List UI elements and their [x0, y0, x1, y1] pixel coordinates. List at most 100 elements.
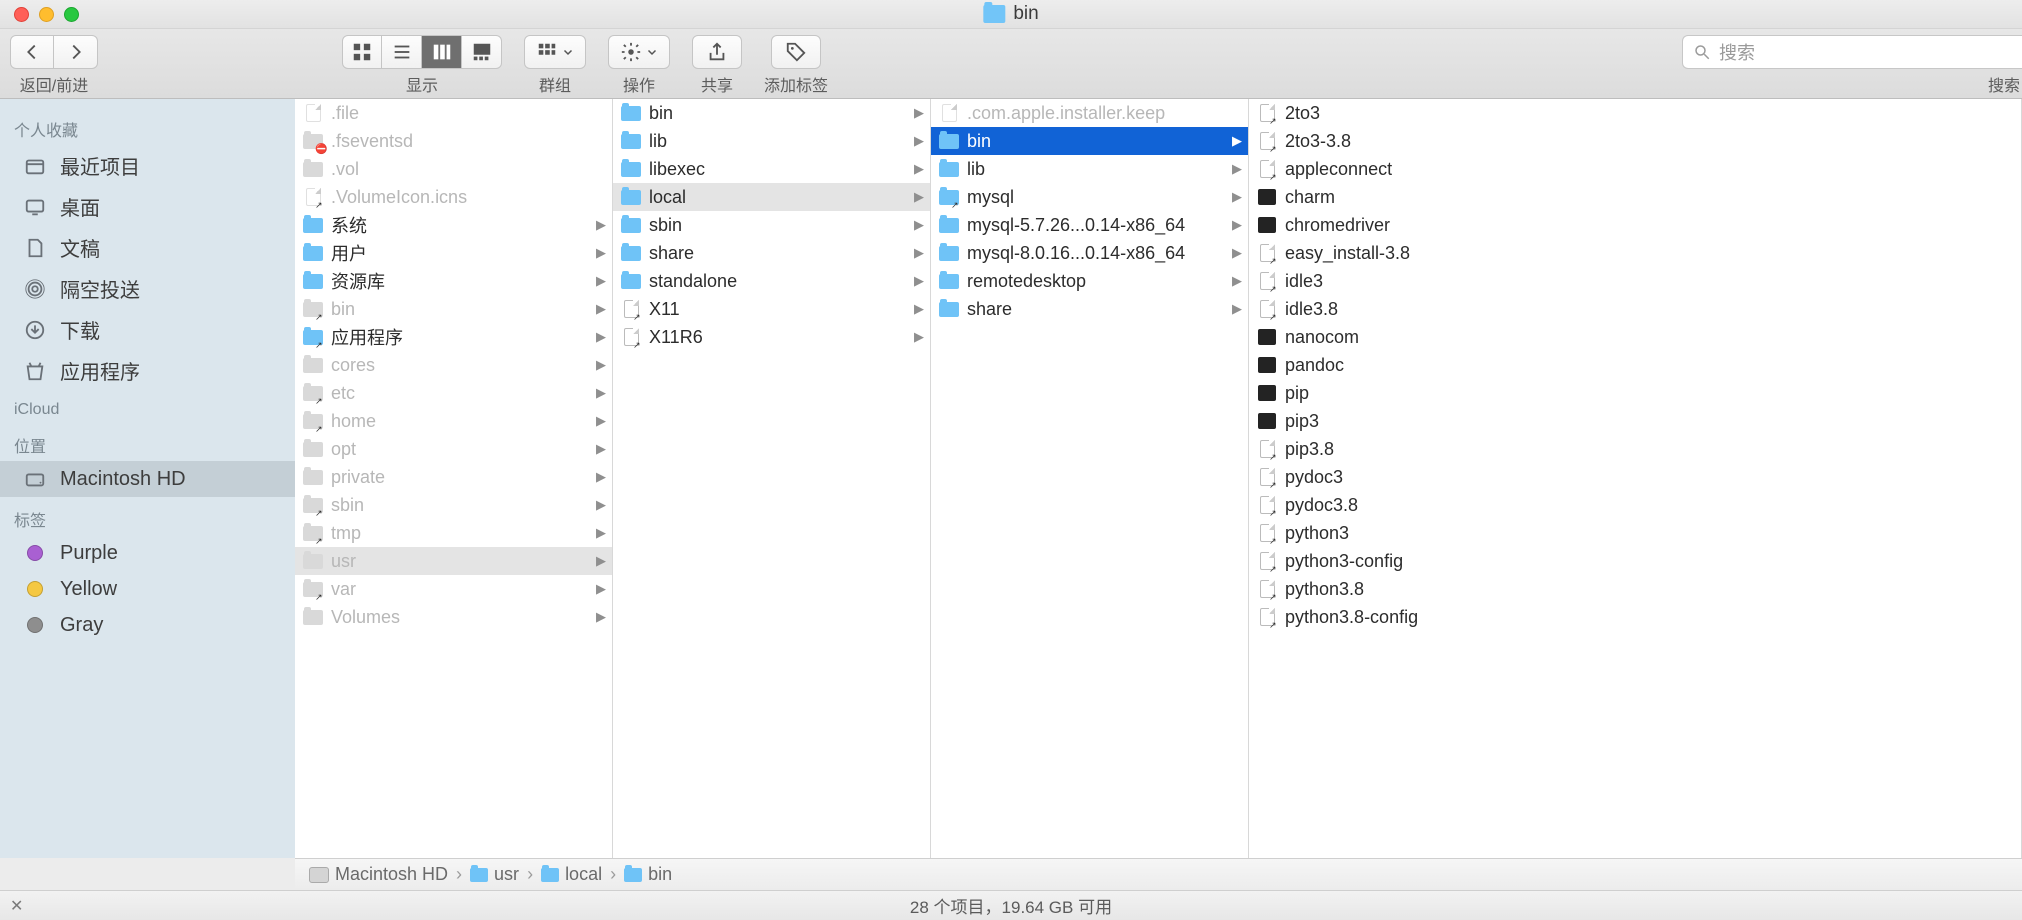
group-button[interactable]: [524, 35, 586, 69]
alias-badge-icon: ↗: [1269, 144, 1277, 155]
sidebar-item[interactable]: Purple: [0, 535, 295, 571]
breadcrumb-item[interactable]: usr: [470, 864, 519, 885]
file-row[interactable]: private▶: [295, 463, 612, 491]
file-row[interactable]: ↗mysql▶: [931, 183, 1248, 211]
file-row[interactable]: ↗python3.8: [1249, 575, 2021, 603]
alias-badge-icon: ↗: [315, 200, 323, 211]
minimize-window-button[interactable]: [39, 7, 54, 22]
file-row[interactable]: libexec▶: [613, 155, 930, 183]
sidebar-item[interactable]: 桌面: [0, 186, 295, 227]
file-row[interactable]: ↗X11▶: [613, 295, 930, 323]
file-name: 用户: [331, 240, 367, 266]
sidebar-item[interactable]: Yellow: [0, 571, 295, 607]
search-input[interactable]: 搜索: [1682, 35, 2022, 69]
list-view-button[interactable]: [382, 35, 422, 69]
file-row[interactable]: bin▶: [931, 127, 1248, 155]
file-row[interactable]: charm: [1249, 183, 2021, 211]
file-row[interactable]: chromedriver: [1249, 211, 2021, 239]
file-row[interactable]: ↗pydoc3.8: [1249, 491, 2021, 519]
file-row[interactable]: ↗pydoc3: [1249, 463, 2021, 491]
file-row[interactable]: share▶: [931, 295, 1248, 323]
file-row[interactable]: sbin▶: [613, 211, 930, 239]
column-view-button[interactable]: [422, 35, 462, 69]
file-name: .com.apple.installer.keep: [967, 103, 1165, 124]
breadcrumb-item[interactable]: bin: [624, 864, 672, 885]
file-row[interactable]: ↗tmp▶: [295, 519, 612, 547]
action-button[interactable]: [608, 35, 670, 69]
file-row[interactable]: 资源库▶: [295, 267, 612, 295]
file-row[interactable]: .com.apple.installer.keep: [931, 99, 1248, 127]
gallery-view-button[interactable]: [462, 35, 502, 69]
file-row[interactable]: ↗python3: [1249, 519, 2021, 547]
tag-icon: [785, 41, 807, 63]
file-row[interactable]: pandoc: [1249, 351, 2021, 379]
file-row[interactable]: 用户▶: [295, 239, 612, 267]
file-row[interactable]: share▶: [613, 239, 930, 267]
file-row[interactable]: ↗idle3: [1249, 267, 2021, 295]
file-row[interactable]: nanocom: [1249, 323, 2021, 351]
file-row[interactable]: ↗var▶: [295, 575, 612, 603]
folder-icon: [303, 356, 323, 374]
forward-button[interactable]: [54, 35, 98, 69]
file-row[interactable]: local▶: [613, 183, 930, 211]
file-row[interactable]: mysql-5.7.26...0.14-x86_64▶: [931, 211, 1248, 239]
file-row[interactable]: bin▶: [613, 99, 930, 127]
sidebar-item[interactable]: 文稿: [0, 227, 295, 268]
file-row[interactable]: remotedesktop▶: [931, 267, 1248, 295]
close-window-button[interactable]: [14, 7, 29, 22]
sidebar-item[interactable]: Gray: [0, 607, 295, 643]
file-name: usr: [331, 551, 356, 572]
sidebar-item[interactable]: Macintosh HD: [0, 461, 295, 497]
file-row[interactable]: ↗bin▶: [295, 295, 612, 323]
file-row[interactable]: mysql-8.0.16...0.14-x86_64▶: [931, 239, 1248, 267]
file-row[interactable]: ↗X11R6▶: [613, 323, 930, 351]
file-row[interactable]: ↗python3-config: [1249, 547, 2021, 575]
file-row[interactable]: ↗pip3.8: [1249, 435, 2021, 463]
breadcrumb-item[interactable]: Macintosh HD: [309, 864, 448, 885]
file-row[interactable]: Volumes▶: [295, 603, 612, 631]
tag-icon: [22, 541, 48, 565]
file-row[interactable]: standalone▶: [613, 267, 930, 295]
file-row[interactable]: ↗etc▶: [295, 379, 612, 407]
chevron-right-icon: ▶: [596, 413, 606, 429]
file-row[interactable]: opt▶: [295, 435, 612, 463]
sidebar-item[interactable]: 下载: [0, 309, 295, 350]
breadcrumb-item[interactable]: local: [541, 864, 602, 885]
chevron-right-icon: ▶: [914, 189, 924, 205]
file-row[interactable]: .file: [295, 99, 612, 127]
file-row[interactable]: ↗sbin▶: [295, 491, 612, 519]
file-name: pip: [1285, 383, 1309, 404]
share-button[interactable]: [692, 35, 742, 69]
file-row[interactable]: lib▶: [931, 155, 1248, 183]
back-button[interactable]: [10, 35, 54, 69]
icon-view-button[interactable]: [342, 35, 382, 69]
sidebar-item[interactable]: 隔空投送: [0, 268, 295, 309]
zoom-window-button[interactable]: [64, 7, 79, 22]
sidebar-item[interactable]: 应用程序: [0, 350, 295, 391]
file-row[interactable]: 系统▶: [295, 211, 612, 239]
file-row[interactable]: ↗idle3.8: [1249, 295, 2021, 323]
file-row[interactable]: ↗python3.8-config: [1249, 603, 2021, 631]
file-row[interactable]: pip: [1249, 379, 2021, 407]
desktop-icon: [22, 195, 48, 219]
alias-badge-icon: ↗: [1269, 480, 1277, 491]
file-row[interactable]: pip3: [1249, 407, 2021, 435]
file-row[interactable]: lib▶: [613, 127, 930, 155]
tags-button[interactable]: [771, 35, 821, 69]
file-row[interactable]: ↗2to3: [1249, 99, 2021, 127]
file-row[interactable]: ↗ 2to3-3.8: [1249, 127, 2021, 155]
resize-icon[interactable]: ✕: [10, 896, 23, 916]
file-row[interactable]: ↗easy_install-3.8: [1249, 239, 2021, 267]
file-row[interactable]: ↗home▶: [295, 407, 612, 435]
file-row[interactable]: ↗appleconnect: [1249, 155, 2021, 183]
file-row[interactable]: usr▶: [295, 547, 612, 575]
file-row[interactable]: ↗应用程序▶: [295, 323, 612, 351]
file-row[interactable]: .vol: [295, 155, 612, 183]
file-row[interactable]: .fseventsd⛔: [295, 127, 612, 155]
file-row[interactable]: ↗.VolumeIcon.icns: [295, 183, 612, 211]
file-name: 2to3-3.8: [1285, 131, 1351, 152]
chevron-right-icon: ▶: [596, 525, 606, 541]
file-name: lib: [967, 159, 985, 180]
sidebar-item[interactable]: 最近项目: [0, 145, 295, 186]
file-row[interactable]: cores▶: [295, 351, 612, 379]
